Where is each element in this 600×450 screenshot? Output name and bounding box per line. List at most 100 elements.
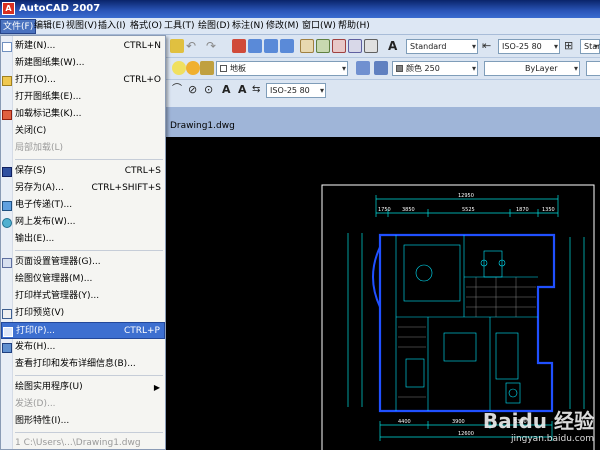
drawing-canvas[interactable]: 12950 1750 3850 5525 1870 1350 4400 3900… [166, 137, 600, 450]
text-style-select[interactable]: Standard [406, 39, 478, 54]
menu-tools[interactable]: 工具(T) [162, 19, 197, 34]
lineweight-select[interactable] [586, 61, 600, 76]
table-style-select[interactable]: Standard [580, 39, 600, 54]
side-dimensions [347, 233, 585, 409]
menu-edit[interactable]: 编辑(E) [32, 19, 67, 34]
menu-view[interactable]: 视图(V) [64, 19, 99, 34]
menu-item-load-markup[interactable]: 加载标记集(K)... [1, 106, 165, 123]
color-select[interactable]: 颜色 250 [392, 61, 478, 76]
menu-item-plot[interactable]: 打印(P)... CTRL+P [1, 322, 165, 339]
dim-top-2: 3850 [402, 207, 415, 213]
drawing-tab-title[interactable]: Drawing1.dwg [170, 121, 235, 131]
dim-update-icon[interactable]: ⇆ [252, 83, 266, 97]
menu-help[interactable]: 帮助(H) [336, 19, 372, 34]
layer-select[interactable]: 地板 [216, 61, 348, 76]
dim-top-5: 1350 [542, 207, 555, 213]
drawing-window-header: Drawing1.dwg [166, 107, 600, 137]
open-folder-icon [2, 76, 12, 86]
markup-icon [2, 110, 12, 120]
menu-modify[interactable]: 修改(M) [264, 19, 301, 34]
dim-text-edit-icon[interactable]: A [222, 83, 236, 97]
menu-item-save[interactable]: 保存(S) CTRL+S [1, 163, 165, 180]
menu-item-page-setup-manager[interactable]: 页面设置管理器(G)... [1, 254, 165, 271]
menu-item-publish[interactable]: 发布(H)... [1, 339, 165, 356]
menu-item-new-sheet-set[interactable]: 新建图纸集(W)... [1, 55, 165, 72]
menu-file[interactable]: 文件(F) [0, 19, 37, 34]
menu-item-plot-details[interactable]: 查看打印和发布详细信息(B)... [1, 356, 165, 373]
menu-dimension[interactable]: 标注(N) [230, 19, 266, 34]
plot-preview-icon [2, 309, 12, 319]
zoom-window-icon[interactable] [264, 39, 278, 53]
baidu-jingyan-logo: Baidu 经验 [482, 409, 594, 433]
menu-window[interactable]: 窗口(W) [300, 19, 338, 34]
menu-separator [15, 159, 163, 160]
design-center-icon[interactable] [316, 39, 330, 53]
menu-insert[interactable]: 插入(I) [96, 19, 128, 34]
dim-style-select-2[interactable]: ISO-25 80 [266, 83, 326, 98]
dim-bottom-1: 4400 [398, 419, 411, 425]
zoom-realtime-icon[interactable] [248, 39, 262, 53]
dim-text-align-icon[interactable]: A [238, 83, 252, 97]
make-layer-current-icon[interactable] [356, 61, 370, 75]
dim-radius-icon[interactable]: ⊘ [188, 83, 202, 97]
linetype-select[interactable]: ByLayer [484, 61, 580, 76]
dim-center-icon[interactable]: ⊙ [204, 83, 218, 97]
menu-item-publish-web[interactable]: 网上发布(W)... [1, 214, 165, 231]
menu-item-plotter-manager[interactable]: 绘图仪管理器(M)... [1, 271, 165, 288]
menu-item-drawing-properties[interactable]: 图形特性(I)... [1, 413, 165, 430]
page-setup-icon [2, 258, 12, 268]
menu-item-save-as[interactable]: 另存为(A)... CTRL+SHIFT+S [1, 180, 165, 197]
menu-item-recent-file-1[interactable]: 1 C:\Users\...\Drawing1.dwg [1, 435, 165, 450]
text-style-icon[interactable]: A [388, 39, 402, 53]
match-properties-icon[interactable] [170, 39, 184, 53]
menu-item-open[interactable]: 打开(O)... CTRL+O [1, 72, 165, 89]
dim-bottom-2: 3900 [452, 419, 465, 425]
menu-item-close[interactable]: 关闭(C) [1, 123, 165, 140]
layer-thaw-icon[interactable] [186, 61, 200, 75]
watermark-url: jingyan.baidu.com [510, 434, 594, 444]
menu-separator [15, 375, 163, 376]
dim-overall-bottom: 12600 [458, 431, 474, 437]
undo-icon[interactable]: ↶ [186, 39, 200, 53]
menu-item-send[interactable]: 发送(D)... [1, 396, 165, 413]
menu-item-open-sheet-set[interactable]: 打开图纸集(E)... [1, 89, 165, 106]
menu-item-plot-style-manager[interactable]: 打印样式管理器(Y)... [1, 288, 165, 305]
menu-item-plot-preview[interactable]: 打印预览(V) [1, 305, 165, 322]
table-style-icon[interactable]: ⊞ [564, 39, 578, 53]
submenu-arrow-icon: ▶ [153, 383, 160, 392]
dim-arc-icon[interactable]: ⌒ [172, 83, 186, 97]
dimension-toolbar: ⌒ ⊘ ⊙ A A ⇆ ISO-25 80 [166, 80, 600, 102]
layer-name: 地板 [230, 64, 246, 73]
layer-lock-icon[interactable] [200, 61, 214, 75]
menu-item-export[interactable]: 输出(E)... [1, 231, 165, 248]
layer-previous-icon[interactable] [374, 61, 388, 75]
menu-item-partial-load[interactable]: 局部加载(L) [1, 140, 165, 157]
autocad-app-icon[interactable]: A [2, 2, 15, 15]
menu-item-etransmit[interactable]: 电子传递(T)... [1, 197, 165, 214]
title-bar: A AutoCAD 2007 [0, 0, 600, 18]
layers-toolbar: 地板 颜色 250 ByLayer [166, 58, 600, 80]
menu-item-new[interactable]: 新建(N)... CTRL+N [1, 38, 165, 55]
zoom-previous-icon[interactable] [280, 39, 294, 53]
tool-palettes-icon[interactable] [332, 39, 346, 53]
floor-plan-drawing: 12950 1750 3850 5525 1870 1350 4400 3900… [321, 184, 595, 450]
dim-style-select[interactable]: ISO-25 80 [498, 39, 560, 54]
layer-on-bulb-icon[interactable] [172, 61, 186, 75]
dim-top-4: 1870 [516, 207, 529, 213]
globe-icon [2, 218, 12, 228]
menu-bar: 文件(F) 编辑(E) 视图(V) 插入(I) 格式(O) 工具(T) 绘图(D… [0, 18, 600, 35]
menu-separator [15, 250, 163, 251]
sheet-set-icon[interactable] [348, 39, 362, 53]
pan-icon[interactable] [232, 39, 246, 53]
dim-overall-top: 12950 [458, 193, 474, 199]
menu-draw[interactable]: 绘图(D) [196, 19, 232, 34]
menu-item-drawing-utilities[interactable]: 绘图实用程序(U) ▶ [1, 379, 165, 396]
dim-top-3: 5525 [462, 207, 475, 213]
redo-icon[interactable]: ↷ [206, 39, 220, 53]
properties-icon[interactable] [300, 39, 314, 53]
menu-separator [15, 432, 163, 433]
menu-format[interactable]: 格式(O) [128, 19, 164, 34]
calculator-icon[interactable] [364, 39, 378, 53]
dim-style-icon[interactable]: ⇤ [482, 39, 496, 53]
printer-icon [3, 327, 13, 337]
